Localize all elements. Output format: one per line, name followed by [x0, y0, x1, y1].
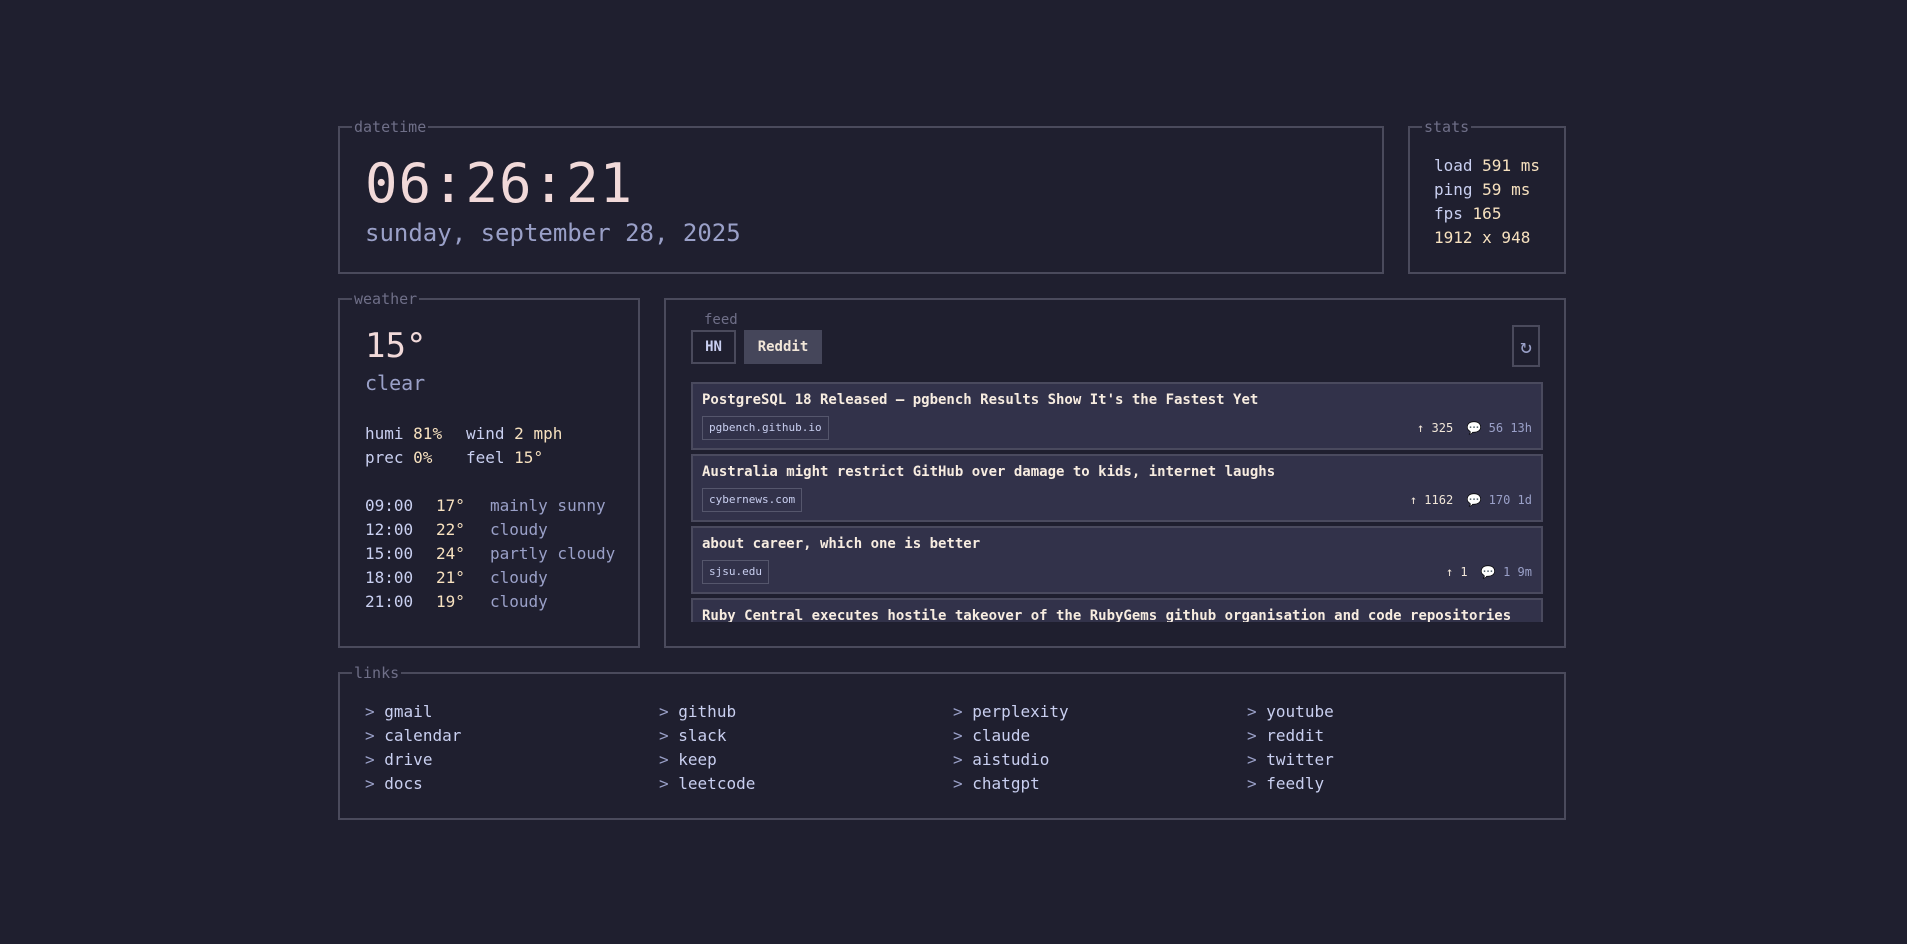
stat-load: load 591 ms	[1434, 156, 1540, 175]
feed-list[interactable]: PostgreSQL 18 Released — pgbench Results…	[691, 382, 1543, 622]
tab-hn[interactable]: HN	[691, 330, 736, 364]
feed-item-meta: ↑ 325 💬 56 13h	[1417, 421, 1532, 435]
stats-legend: stats	[1422, 118, 1472, 136]
stat-ping: ping 59 ms	[1434, 180, 1531, 199]
feed-item-comments: 170	[1488, 493, 1511, 507]
links-column: > perplexity > claude > aistudio > chatg…	[953, 700, 1247, 796]
upvote-icon: ↑	[1409, 493, 1418, 507]
refresh-icon: ↻	[1519, 334, 1533, 358]
forecast-row: 12:00 22° cloudy	[365, 520, 548, 539]
weather-temp: 15°	[365, 326, 427, 366]
weather-details: humi 81% wind 2 mph prec 0% feel 15°	[365, 422, 567, 470]
forecast-row: 09:00 17° mainly sunny	[365, 496, 606, 515]
feed-item-score: 1162	[1424, 493, 1454, 507]
feed-panel: feed HN Reddit ↻ PostgreSQL 18 Released …	[664, 298, 1566, 648]
weather-panel: weather 15° clear humi 81% wind 2 mph pr…	[338, 290, 640, 648]
link-youtube[interactable]: > youtube	[1247, 700, 1541, 724]
feed-item-age: 13h	[1510, 421, 1532, 435]
link-twitter[interactable]: > twitter	[1247, 748, 1541, 772]
stats-panel: stats load 591 ms ping 59 ms fps 165 191…	[1408, 118, 1566, 274]
weather-humidity: humi 81%	[365, 424, 443, 443]
feed-item-age: 1d	[1517, 493, 1532, 507]
link-aistudio[interactable]: > aistudio	[953, 748, 1247, 772]
weather-feels-like: feel 15°	[466, 448, 544, 467]
datetime-panel: datetime 06:26:21 sunday, september 28, …	[338, 118, 1384, 274]
weather-precipitation: prec 0%	[365, 448, 433, 467]
clock-time: 06:26:21	[365, 152, 634, 215]
refresh-button[interactable]: ↻	[1512, 325, 1540, 367]
link-keep[interactable]: > keep	[659, 748, 953, 772]
forecast-row: 15:00 24° partly cloudy	[365, 544, 616, 563]
link-perplexity[interactable]: > perplexity	[953, 700, 1247, 724]
tab-reddit[interactable]: Reddit	[744, 330, 822, 364]
feed-item-domain[interactable]: sjsu.edu	[702, 560, 769, 584]
weather-legend: weather	[352, 290, 420, 308]
feed-label: feed	[704, 312, 738, 328]
links-grid: > gmail > calendar > drive > docs > gith…	[365, 700, 1541, 796]
feed-item-domain[interactable]: cybernews.com	[702, 488, 803, 512]
link-gmail[interactable]: > gmail	[365, 700, 659, 724]
datetime-legend: datetime	[352, 118, 429, 136]
weather-wind: wind 2 mph	[466, 424, 563, 443]
feed-item[interactable]: Ruby Central executes hostile takeover o…	[691, 598, 1543, 622]
stats-list: load 591 ms ping 59 ms fps 165 1912 x 94…	[1434, 154, 1540, 250]
feed-item-title[interactable]: Australia might restrict GitHub over dam…	[702, 463, 1275, 481]
feed-item-meta: ↑ 1162 💬 170 1d	[1410, 493, 1532, 507]
stat-resolution: 1912 x 948	[1434, 228, 1531, 247]
feed-item-meta: ↑ 1 💬 1 9m	[1446, 565, 1532, 579]
link-claude[interactable]: > claude	[953, 724, 1247, 748]
stat-fps: fps 165	[1434, 204, 1502, 223]
link-docs[interactable]: > docs	[365, 772, 659, 796]
forecast-row: 21:00 19° cloudy	[365, 592, 548, 611]
feed-item-age: 9m	[1517, 565, 1532, 579]
link-chatgpt[interactable]: > chatgpt	[953, 772, 1247, 796]
links-column: > github > slack > keep > leetcode	[659, 700, 953, 796]
feed-item-comments: 1	[1503, 565, 1511, 579]
upvote-icon: ↑	[1445, 565, 1454, 579]
feed-item[interactable]: about career, which one is better sjsu.e…	[691, 526, 1543, 594]
links-column: > gmail > calendar > drive > docs	[365, 700, 659, 796]
clock-date: sunday, september 28, 2025	[365, 219, 741, 247]
comment-icon: 💬	[1466, 493, 1482, 507]
weather-forecast: 09:00 17° mainly sunny 12:00 22° cloudy 15:0…	[365, 494, 615, 614]
feed-item-comments: 56	[1488, 421, 1504, 435]
link-github[interactable]: > github	[659, 700, 953, 724]
links-panel: links > gmail > calendar > drive > docs …	[338, 664, 1566, 820]
upvote-icon: ↑	[1417, 421, 1425, 435]
link-leetcode[interactable]: > leetcode	[659, 772, 953, 796]
comment-icon: 💬	[1466, 421, 1482, 435]
link-feedly[interactable]: > feedly	[1247, 772, 1541, 796]
feed-item[interactable]: Australia might restrict GitHub over dam…	[691, 454, 1543, 522]
feed-item-title[interactable]: about career, which one is better	[702, 535, 980, 553]
weather-condition: clear	[365, 371, 426, 395]
link-calendar[interactable]: > calendar	[365, 724, 659, 748]
links-column: > youtube > reddit > twitter > feedly	[1247, 700, 1541, 796]
feed-item-title[interactable]: PostgreSQL 18 Released — pgbench Results…	[702, 391, 1258, 409]
links-legend: links	[352, 664, 402, 682]
forecast-row: 18:00 21° cloudy	[365, 568, 548, 587]
feed-item[interactable]: PostgreSQL 18 Released — pgbench Results…	[691, 382, 1543, 450]
feed-item-title[interactable]: Ruby Central executes hostile takeover o…	[702, 607, 1511, 622]
feed-item-score: 325	[1431, 421, 1454, 435]
feed-item-domain[interactable]: pgbench.github.io	[702, 416, 829, 440]
comment-icon: 💬	[1480, 565, 1496, 579]
feed-item-score: 1	[1460, 565, 1468, 579]
link-drive[interactable]: > drive	[365, 748, 659, 772]
link-reddit[interactable]: > reddit	[1247, 724, 1541, 748]
link-slack[interactable]: > slack	[659, 724, 953, 748]
